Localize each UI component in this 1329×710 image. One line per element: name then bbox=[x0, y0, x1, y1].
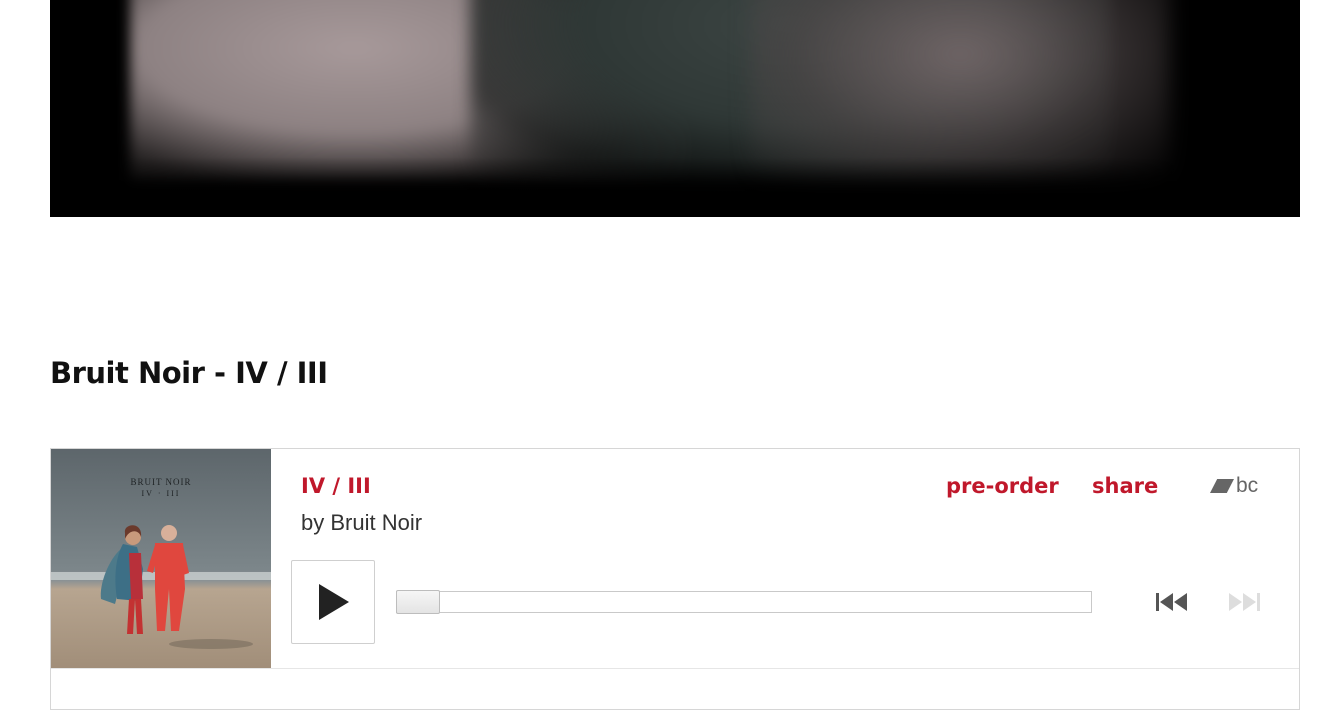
share-link[interactable]: share bbox=[1092, 474, 1158, 498]
artist-name[interactable]: by Bruit Noir bbox=[301, 510, 422, 536]
previous-track-button[interactable] bbox=[1154, 589, 1190, 615]
video-frame-shade-light bbox=[750, 0, 1170, 180]
bandcamp-logo-text: bc bbox=[1236, 474, 1259, 497]
album-art[interactable]: BRUIT NOIR IV · III bbox=[51, 449, 271, 668]
section-title: Bruit Noir - IV / III bbox=[50, 356, 328, 390]
pre-order-link[interactable]: pre-order bbox=[946, 474, 1059, 498]
play-icon bbox=[319, 584, 349, 620]
bandcamp-player: BRUIT NOIR IV · III IV / III by Bruit No… bbox=[50, 448, 1300, 710]
previous-track-icon bbox=[1156, 593, 1187, 611]
player-divider bbox=[51, 668, 1299, 669]
album-art-figures bbox=[100, 525, 253, 649]
play-button[interactable] bbox=[291, 560, 375, 644]
next-track-button[interactable] bbox=[1226, 589, 1262, 615]
bandcamp-logo-icon[interactable]: bc bbox=[1210, 474, 1258, 498]
progress-thumb[interactable] bbox=[396, 590, 440, 614]
next-track-icon bbox=[1229, 593, 1260, 611]
track-title[interactable]: IV / III bbox=[301, 474, 371, 498]
video-frame-bottom-fade bbox=[50, 157, 1300, 217]
bandcamp-logo-shape bbox=[1210, 479, 1234, 493]
progress-bar[interactable] bbox=[396, 590, 1092, 614]
video-player[interactable] bbox=[50, 0, 1300, 217]
